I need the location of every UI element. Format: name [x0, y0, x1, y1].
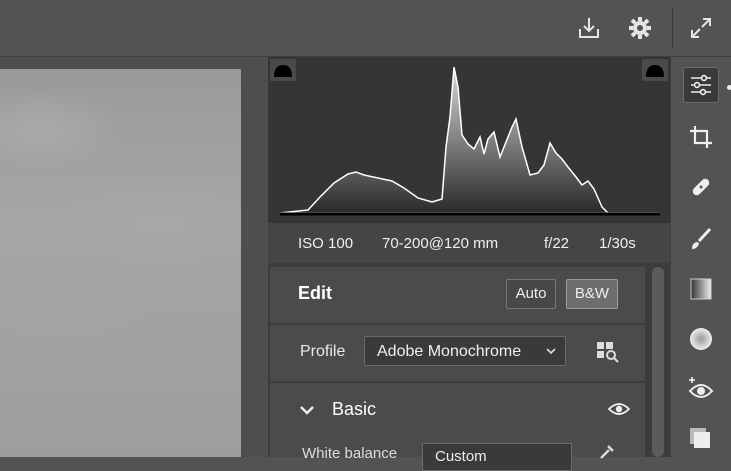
profile-section: Profile Adobe Monochrome: [270, 325, 645, 381]
profile-browser-icon[interactable]: [596, 341, 620, 368]
tool-strip: [670, 57, 731, 457]
gear-icon[interactable]: [622, 10, 658, 46]
edit-panel: ISO 100 70-200@120 mm f/22 1/30s Edit Au…: [268, 57, 670, 471]
redeye-icon[interactable]: [683, 371, 719, 407]
brush-icon[interactable]: [683, 221, 719, 257]
white-balance-dropdown[interactable]: Custom: [422, 443, 572, 471]
scrollbar-thumb[interactable]: [652, 267, 664, 457]
crop-icon[interactable]: [683, 119, 719, 155]
shutter-value: 1/30s: [599, 234, 636, 252]
expand-icon[interactable]: [683, 10, 719, 46]
iso-value: ISO 100: [298, 234, 354, 252]
profile-label: Profile: [300, 343, 346, 360]
camera-info-row: ISO 100 70-200@120 mm f/22 1/30s: [268, 223, 670, 263]
radial-icon[interactable]: [683, 321, 719, 357]
auto-button[interactable]: Auto: [506, 279, 556, 309]
eye-icon[interactable]: [607, 401, 631, 422]
panel-scrollbar[interactable]: [650, 267, 666, 457]
toolbar-divider: [672, 8, 673, 48]
gradient-icon[interactable]: [683, 271, 719, 307]
profile-dropdown[interactable]: Adobe Monochrome: [364, 336, 566, 366]
sliders-icon[interactable]: [683, 67, 719, 103]
bw-button[interactable]: B&W: [566, 279, 618, 309]
presets-icon[interactable]: [683, 421, 719, 457]
download-icon[interactable]: [571, 10, 607, 46]
chevron-down-icon[interactable]: [298, 401, 316, 424]
top-toolbar: [0, 0, 731, 57]
lens-value: 70-200@120 mm: [382, 234, 499, 252]
white-balance-label: White balance: [302, 445, 398, 462]
edit-title: Edit: [298, 283, 332, 303]
basic-title: Basic: [332, 399, 377, 419]
profile-value: Adobe Monochrome: [377, 343, 522, 360]
eyedropper-icon[interactable]: [598, 443, 616, 466]
chevron-down-icon: [545, 337, 557, 378]
photo-preview[interactable]: [0, 69, 241, 457]
aperture-value: f/22: [544, 234, 570, 252]
image-canvas[interactable]: [0, 57, 268, 457]
active-indicator: [727, 85, 731, 90]
histogram: [268, 57, 670, 223]
edit-section: Edit Auto B&W: [270, 267, 645, 323]
histogram-graph: [279, 66, 660, 216]
healing-icon[interactable]: [683, 169, 719, 205]
basic-section: Basic White balance Custom: [270, 383, 645, 471]
